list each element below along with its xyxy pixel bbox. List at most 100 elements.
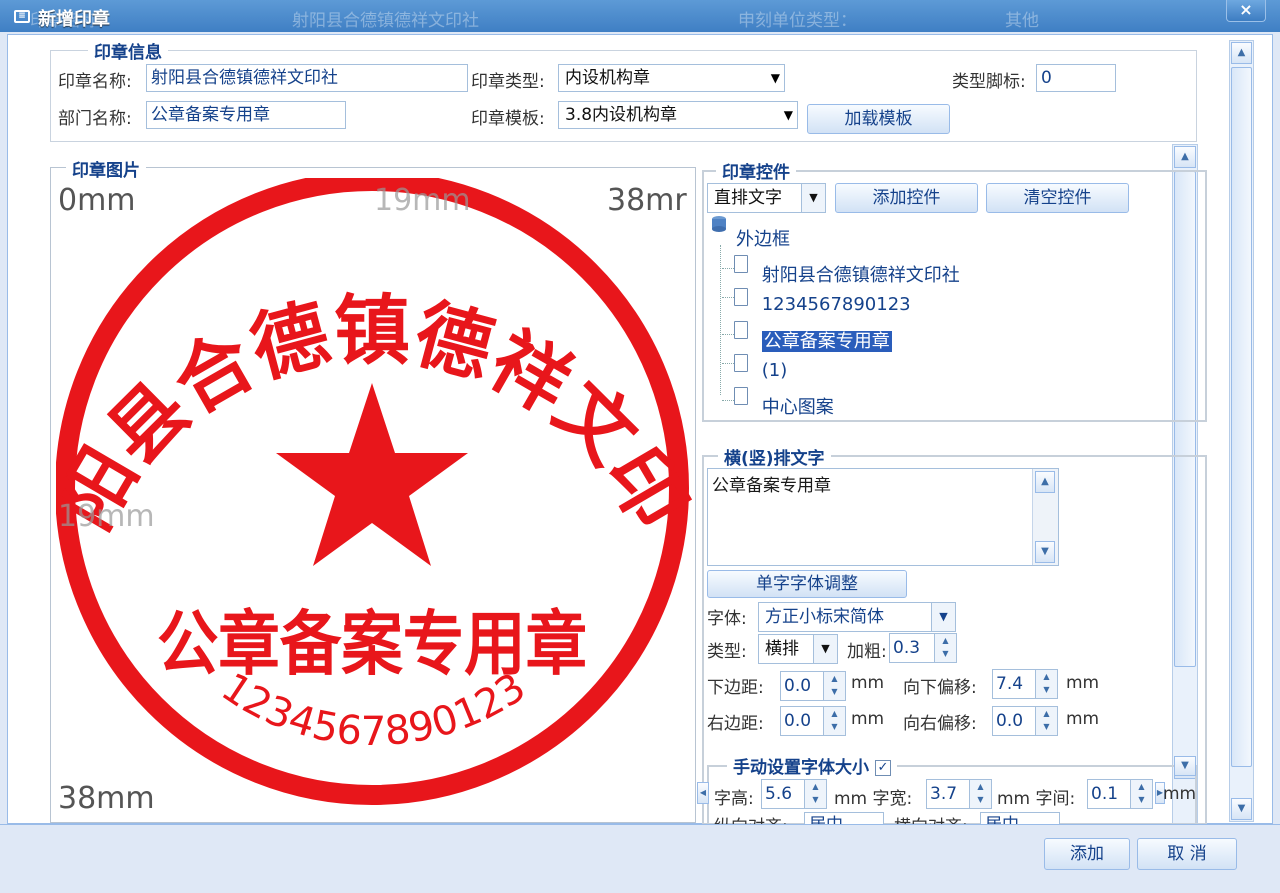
bottom-margin-value: 0.0 (784, 676, 812, 696)
template-select[interactable]: 3.8内设机构章 ▼ (558, 101, 798, 129)
scroll-down-icon[interactable]: ▼ (1174, 756, 1196, 776)
scrollbar-thumb[interactable] (1231, 67, 1252, 767)
manual-font-row: ◀ 字高: 5.6 ▲ ▼ mm 字宽: 3.7 ▲ ▼ mm 字间: 0.1 ▲ ▼ ▶ … (697, 779, 1197, 809)
text-content-textarea[interactable]: 公章备案专用章 ▲ ▼ (707, 468, 1059, 566)
bold-value: 0.3 (893, 638, 921, 658)
tree-item-label: (1) (761, 360, 788, 381)
tree-item-4[interactable]: 中心图案 (722, 387, 834, 418)
load-template-button[interactable]: 加载模板 (807, 104, 950, 134)
bold-spinner[interactable]: 0.3 ▲ ▼ (889, 633, 957, 663)
tree-item-label-selected: 公章备案专用章 (761, 331, 892, 352)
tree-item-label: 中心图案 (761, 397, 834, 418)
close-button[interactable]: × (1226, 0, 1266, 22)
document-icon (734, 255, 748, 273)
seal-info-legend: 印章信息 (88, 38, 168, 63)
spinner-arrows-icon[interactable]: ▲ ▼ (1130, 780, 1152, 808)
spinner-arrows-icon[interactable]: ▲ ▼ (934, 634, 956, 662)
seal-type-value: 内设机构章 (565, 68, 650, 88)
chevron-down-icon: ▼ (931, 603, 955, 631)
cancel-button[interactable]: 取 消 (1137, 838, 1237, 870)
char-spacing-spinner[interactable]: 0.1 ▲ ▼ (1087, 779, 1153, 809)
control-type-select[interactable]: 直排文字 ▼ (707, 183, 826, 213)
bottom-margin-spinner[interactable]: 0.0 ▲ ▼ (780, 671, 846, 701)
down-offset-spinner[interactable]: 7.4 ▲ ▼ (992, 669, 1058, 699)
down-offset-value: 7.4 (996, 674, 1024, 694)
spinner-arrows-icon[interactable]: ▲ ▼ (823, 672, 845, 700)
tree-item-label: 1234567890123 (761, 294, 911, 315)
spinner-arrows-icon[interactable]: ▲ ▼ (804, 780, 826, 808)
right-margin-label: 右边距: (707, 714, 764, 734)
manual-font-legend: 手动设置字体大小 ✓ (727, 753, 897, 778)
char-spacing-label: mm 字间: (997, 789, 1076, 809)
dept-name-input[interactable]: 公章备案专用章 (146, 101, 346, 129)
manual-font-checkbox[interactable]: ✓ (874, 760, 891, 776)
database-icon (711, 215, 727, 233)
seal-name-input[interactable]: 射阳县合德镇德祥文印社 (146, 64, 468, 92)
scroll-left-icon[interactable]: ◀ (697, 782, 709, 804)
scroll-down-icon[interactable]: ▼ (1035, 541, 1055, 563)
halign-select[interactable]: 居中 (980, 812, 1060, 824)
document-icon (734, 354, 748, 372)
char-width-label: mm 字宽: (834, 789, 913, 809)
char-height-spinner[interactable]: 5.6 ▲ ▼ (761, 779, 827, 809)
add-control-button[interactable]: 添加控件 (835, 183, 978, 213)
seal-type-select[interactable]: 内设机构章 ▼ (558, 64, 785, 92)
spinner-arrows-icon[interactable]: ▲ ▼ (1035, 707, 1057, 735)
layout-type-select[interactable]: 横排 ▼ (758, 634, 838, 664)
font-select[interactable]: 方正小标宋简体 ▼ (758, 602, 956, 632)
spinner-arrows-icon[interactable]: ▲ ▼ (823, 707, 845, 735)
footnote-label: 类型脚标: (952, 72, 1026, 92)
scroll-down-icon[interactable]: ▼ (1231, 798, 1252, 820)
right-offset-spinner[interactable]: 0.0 ▲ ▼ (992, 706, 1058, 736)
textarea-scrollbar[interactable]: ▲ ▼ (1032, 469, 1058, 565)
window-titlebar[interactable]: ≡ 新增印章 × (0, 0, 1280, 34)
chevron-down-icon: ▼ (813, 635, 837, 663)
ruler-bottom-left: 38mm (58, 781, 155, 816)
valign-label: 纵向对齐: (714, 812, 788, 824)
valign-select[interactable]: 居中 (804, 812, 884, 824)
ruler-top-right: 38mr (607, 183, 687, 218)
ruler-top-left: 0mm (58, 183, 136, 218)
alignment-row-clipped: 纵向对齐: 居中 横向对齐: 居中 (710, 812, 1110, 824)
seal-name-label: 印章名称: (58, 72, 132, 92)
tree-root-label: 外边框 (736, 229, 790, 250)
controls-legend: 印章控件 (716, 158, 796, 183)
scroll-up-icon[interactable]: ▲ (1231, 42, 1252, 64)
halign-label: 横向对齐: (894, 812, 968, 824)
control-type-value: 直排文字 (714, 188, 782, 208)
footnote-input[interactable]: 0 (1036, 64, 1116, 92)
tree-item-3[interactable]: (1) (722, 354, 787, 381)
window-title: 新增印章 (38, 9, 110, 30)
unit-label: mm (1066, 709, 1100, 729)
tree-line (720, 245, 721, 395)
font-value: 方正小标宋简体 (765, 607, 884, 627)
down-offset-label: 向下偏移: (903, 678, 977, 698)
tree-item-1[interactable]: 1234567890123 (722, 288, 911, 315)
tree-item-0[interactable]: 射阳县合德镇德祥文印社 (722, 255, 960, 286)
adjust-char-font-button[interactable]: 单字字体调整 (707, 570, 907, 598)
spinner-arrows-icon[interactable]: ▲ ▼ (969, 780, 991, 808)
dialog-scrollbar[interactable]: ▲ ▼ (1229, 40, 1254, 822)
add-button[interactable]: 添加 (1044, 838, 1130, 870)
tree-item-2[interactable]: 公章备案专用章 (722, 321, 892, 352)
char-width-value: 3.7 (930, 784, 958, 804)
template-label: 印章模板: (471, 109, 545, 129)
seal-preview: 射阳县合德镇德祥文印社 公章备案专用章 1234567890123 0mm 19… (56, 178, 692, 816)
template-value: 3.8内设机构章 (565, 105, 678, 125)
right-margin-spinner[interactable]: 0.0 ▲ ▼ (780, 706, 846, 736)
scroll-up-icon[interactable]: ▲ (1174, 146, 1196, 168)
tree-item-label: 射阳县合德镇德祥文印社 (761, 265, 960, 286)
seal-center-text: 公章备案专用章 (157, 602, 587, 685)
unit-label: mm (851, 673, 885, 693)
document-icon (734, 321, 748, 339)
bottom-margin-label: 下边距: (707, 678, 764, 698)
scroll-up-icon[interactable]: ▲ (1035, 471, 1055, 493)
unit-label: mm (1163, 784, 1197, 804)
clear-controls-button[interactable]: 清空控件 (986, 183, 1129, 213)
char-height-value: 5.6 (765, 784, 793, 804)
char-width-spinner[interactable]: 3.7 ▲ ▼ (926, 779, 992, 809)
textarea-value: 公章备案专用章 (712, 476, 831, 496)
dept-name-label: 部门名称: (58, 109, 132, 129)
document-icon (734, 387, 748, 405)
spinner-arrows-icon[interactable]: ▲ ▼ (1035, 670, 1057, 698)
